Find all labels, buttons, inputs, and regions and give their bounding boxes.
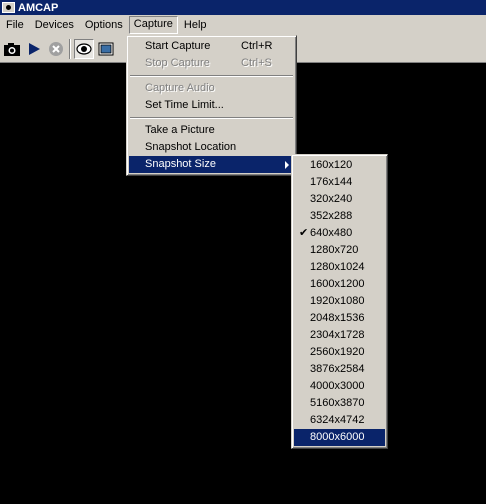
size-option[interactable]: 1600x1200 xyxy=(294,276,385,293)
menu-devices[interactable]: Devices xyxy=(30,17,79,33)
size-option[interactable]: 2304x1728 xyxy=(294,327,385,344)
menu-separator xyxy=(129,72,294,80)
size-option[interactable]: 5160x3870 xyxy=(294,395,385,412)
size-option[interactable]: 1920x1080 xyxy=(294,293,385,310)
menu-capture[interactable]: Capture xyxy=(128,16,178,34)
preview-button[interactable] xyxy=(74,38,94,59)
preview-eye-icon xyxy=(76,42,92,55)
toolbar-separator xyxy=(69,38,71,59)
size-option[interactable]: 3876x2584 xyxy=(294,361,385,378)
menu-item-snapshot-size[interactable]: Snapshot Size xyxy=(129,156,294,173)
menu-help[interactable]: Help xyxy=(179,17,212,33)
size-option[interactable]: 320x240 xyxy=(294,191,385,208)
size-option[interactable]: 176x144 xyxy=(294,174,385,191)
take-picture-button[interactable] xyxy=(2,39,22,59)
menu-item-stop-capture: Stop Capture Ctrl+S xyxy=(145,57,272,69)
stop-capture-button[interactable] xyxy=(46,39,66,59)
size-option[interactable]: 1280x1024 xyxy=(294,259,385,276)
title-bar: AMCAP xyxy=(0,0,486,15)
size-option-highlighted[interactable]: 8000x6000 xyxy=(294,429,385,446)
submenu-arrow-icon xyxy=(285,161,289,169)
menu-bar: File Devices Options Capture Help xyxy=(0,15,486,35)
menu-separator xyxy=(129,114,294,122)
size-option-checked[interactable]: ✔ 640x480 xyxy=(294,225,385,242)
checkmark-icon: ✔ xyxy=(299,227,309,239)
window-title: AMCAP xyxy=(18,1,59,14)
start-capture-button[interactable] xyxy=(24,39,44,59)
size-option[interactable]: 2560x1920 xyxy=(294,344,385,361)
size-option[interactable]: 160x120 xyxy=(294,157,385,174)
overlay-button[interactable] xyxy=(96,39,116,59)
menu-item-snapshot-location[interactable]: Snapshot Location xyxy=(129,139,294,156)
menu-item-capture-audio: Capture Audio xyxy=(145,82,215,94)
app-icon xyxy=(2,2,15,13)
camera-icon xyxy=(4,42,20,56)
snapshot-size-submenu: 160x120 176x144 320x240 352x288 ✔ 640x48… xyxy=(291,154,388,449)
play-icon xyxy=(29,42,40,55)
menu-item-take-picture[interactable]: Take a Picture xyxy=(129,122,294,139)
menu-item-start-capture[interactable]: Start Capture Ctrl+R xyxy=(129,38,294,55)
stop-icon xyxy=(49,41,63,56)
size-option[interactable]: 4000x3000 xyxy=(294,378,385,395)
capture-menu: Start Capture Ctrl+R Stop Capture Ctrl+S C… xyxy=(126,35,297,176)
menu-item-set-time-limit[interactable]: Set Time Limit... xyxy=(129,97,294,114)
size-option[interactable]: 1280x720 xyxy=(294,242,385,259)
size-option[interactable]: 352x288 xyxy=(294,208,385,225)
overlay-icon xyxy=(98,42,114,55)
menu-options[interactable]: Options xyxy=(80,17,128,33)
menu-file[interactable]: File xyxy=(1,17,29,33)
size-option[interactable]: 6324x4742 xyxy=(294,412,385,429)
size-option[interactable]: 2048x1536 xyxy=(294,310,385,327)
